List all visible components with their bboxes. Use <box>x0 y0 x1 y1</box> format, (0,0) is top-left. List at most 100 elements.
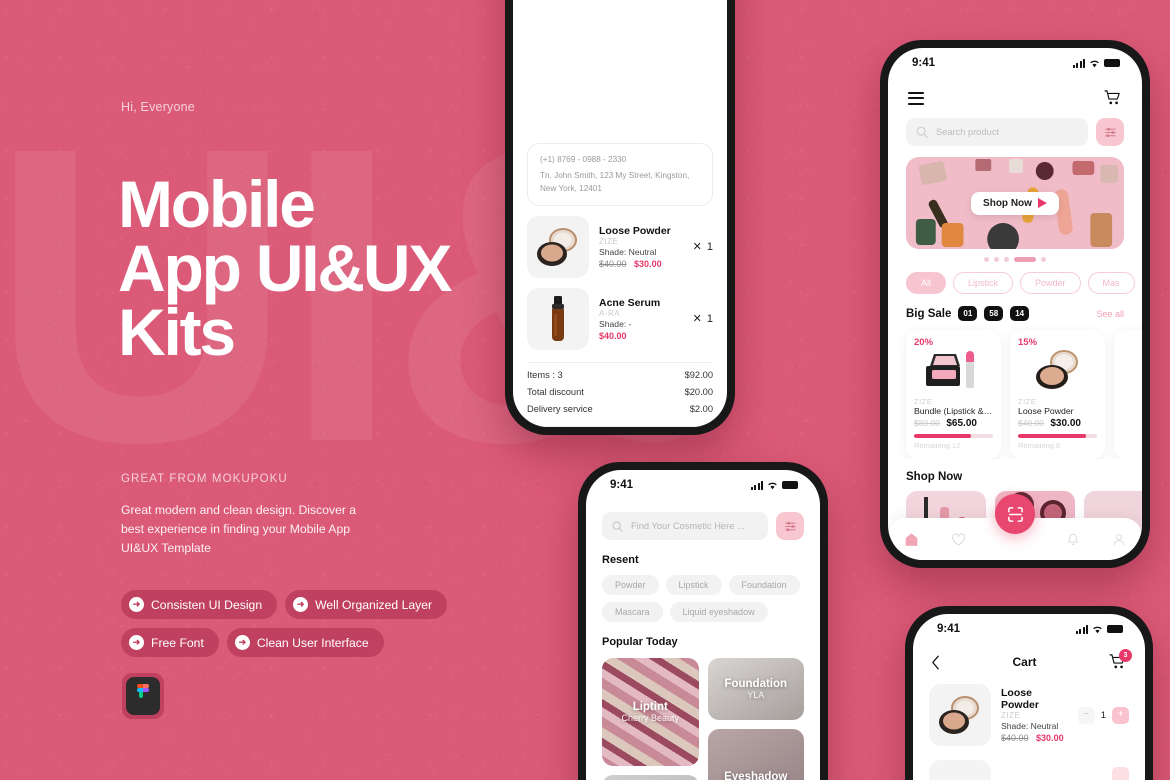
recent-tag-liquid-eyeshadow[interactable]: Liquid eyeshadow <box>669 602 768 622</box>
product-brand: ZIZE <box>1001 711 1021 720</box>
search-placeholder: Find Your Cosmetic Here ... <box>631 521 745 531</box>
summary-label: Items : 3 <box>527 369 563 380</box>
tab-wishlist[interactable] <box>951 532 966 547</box>
item-quantity: ✕ 1 <box>693 312 713 326</box>
cart-screen: 9:41 Cart 3 Loose Powder ZIZE Shade: Neu… <box>913 614 1145 780</box>
search-input[interactable]: Find Your Cosmetic Here ... <box>602 512 768 540</box>
feature-pill-consistent-ui-design[interactable]: ➜ Consisten UI Design <box>121 590 278 619</box>
cart-item-row[interactable]: Loose Powder ZIZE Shade: Neutral $40.00 … <box>913 670 1145 746</box>
category-chip-mascara[interactable]: Mas <box>1087 272 1135 294</box>
battery-icon <box>782 481 798 489</box>
popular-card-extra[interactable] <box>602 775 699 780</box>
sale-card-bundle[interactable]: 20% ZIZE Bundle (Lipstick & ... $80.00 $… <box>906 330 1001 459</box>
checkout-item-info: Acne Serum A-RA Shade: - $40.00 <box>599 297 683 341</box>
wifi-icon <box>768 482 777 489</box>
product-price-group: $40.00 $30.00 <box>599 259 683 269</box>
feature-pill-free-font[interactable]: ➜ Free Font <box>121 628 219 657</box>
item-quantity: ✕ 1 <box>693 240 713 254</box>
arrow-right-icon: ➜ <box>234 635 250 650</box>
sale-card-loose-powder[interactable]: 15% ZIZE Loose Powder $40.00 $30.00 Rema… <box>1010 330 1105 459</box>
cart-icon-wrap[interactable]: 3 <box>1109 649 1132 670</box>
recent-tag-mascara[interactable]: Mascara <box>602 602 663 622</box>
recent-tag-powder[interactable]: Powder <box>602 575 659 595</box>
product-thumbnail <box>929 760 991 780</box>
product-shade: Shade: - <box>599 318 632 329</box>
cart-header: Cart 3 <box>913 644 1145 670</box>
home-screen: 9:41 Search product Shop Now All Lipstic… <box>888 48 1142 560</box>
popular-card-title: Foundation <box>724 678 788 690</box>
battery-icon <box>1104 59 1120 67</box>
category-chip-lipstick[interactable]: Lipstick <box>953 272 1014 294</box>
category-chip-all[interactable]: All <box>906 272 947 294</box>
recent-tag-lipstick[interactable]: Lipstick <box>665 575 722 595</box>
filter-button[interactable] <box>1096 118 1124 146</box>
big-sale-title: Big Sale <box>906 307 952 320</box>
popular-card-title: Eyeshadow <box>724 771 788 780</box>
old-price: $80.00 <box>914 418 940 428</box>
quantity-stepper <box>1112 766 1129 780</box>
old-price: $40.00 <box>599 258 627 269</box>
hamburger-icon[interactable] <box>908 91 924 105</box>
decrease-quantity-button[interactable]: − <box>1077 706 1095 724</box>
checkout-item-row[interactable]: Acne Serum A-RA Shade: - $40.00 ✕ 1 <box>513 278 727 350</box>
cart-item-row[interactable] <box>913 746 1145 780</box>
filter-button[interactable] <box>776 512 804 540</box>
status-indicators <box>750 480 798 490</box>
popular-card-eyeshadow[interactable]: Eyeshadow <box>707 729 804 780</box>
figma-badge[interactable] <box>122 673 164 719</box>
product-shade: Shade: Neutral <box>1001 721 1059 731</box>
quantity-value: 1 <box>1100 709 1106 721</box>
chevron-left-icon[interactable] <box>931 655 940 670</box>
product-image <box>914 348 993 392</box>
page-title: Cart <box>1012 655 1037 669</box>
popular-card-liptint[interactable]: Liptint Cherry Beauty <box>602 658 699 766</box>
product-name: Loose Powder <box>599 224 671 237</box>
recent-section-title: Resent <box>602 554 639 566</box>
sale-card-next[interactable] <box>1114 330 1142 459</box>
description-text: Great modern and clean design. Discover … <box>121 503 357 555</box>
product-image <box>1018 348 1097 392</box>
shop-now-label: Shop Now <box>983 197 1032 209</box>
popular-card-foundation[interactable]: Foundation YLA <box>707 658 804 720</box>
popular-card-subtitle: YLA <box>747 690 765 700</box>
status-time: 9:41 <box>912 57 936 69</box>
product-name: Loose Powder <box>1001 687 1039 711</box>
carousel-dot[interactable] <box>1004 257 1009 262</box>
checkout-item-row[interactable]: Loose Powder ZIZE Shade: Neutral $40.00 … <box>513 206 727 278</box>
feature-pill-label: Free Font <box>151 635 204 650</box>
feature-pill-clean-user-interface[interactable]: ➜ Clean User Interface <box>226 628 384 657</box>
increase-quantity-button[interactable]: + <box>1112 706 1129 724</box>
shipping-address-card[interactable]: (+1) 8769 - 0988 - 2330 Tn. John Smith, … <box>527 143 713 206</box>
category-chip-powder[interactable]: Powder <box>1020 272 1081 294</box>
increase-quantity-button[interactable] <box>1112 766 1129 780</box>
carousel-dot-active[interactable] <box>1014 257 1036 262</box>
shop-now-button[interactable]: Shop Now <box>971 191 1059 215</box>
tab-home[interactable] <box>904 532 919 547</box>
recent-tag-foundation[interactable]: Foundation <box>728 575 800 595</box>
feature-pill-well-organized-layer[interactable]: ➜ Well Organized Layer <box>285 590 448 619</box>
search-icon <box>612 521 623 532</box>
promo-banner[interactable]: Shop Now <box>906 157 1124 249</box>
carousel-dot[interactable] <box>994 257 999 262</box>
tab-notifications[interactable] <box>1066 532 1080 547</box>
carousel-dots[interactable] <box>888 249 1142 262</box>
search-input[interactable]: Search product <box>906 118 1088 146</box>
product-brand: ZIZE <box>599 236 619 246</box>
phone-mockup-cart: 9:41 Cart 3 Loose Powder ZIZE Shade: Neu… <box>905 606 1153 780</box>
feature-pill-label: Consisten UI Design <box>151 597 263 612</box>
tab-profile[interactable] <box>1112 532 1126 547</box>
product-thumbnail <box>527 215 589 278</box>
discount-badge: 15% <box>1018 337 1038 348</box>
signal-icon <box>1075 624 1088 634</box>
summary-value: $20.00 <box>684 386 713 397</box>
carousel-dot[interactable] <box>984 257 989 262</box>
scan-button[interactable] <box>995 494 1035 534</box>
price-group: $80.00 $65.00 <box>914 418 993 429</box>
cart-icon[interactable] <box>1104 90 1122 106</box>
status-indicators <box>1075 624 1123 634</box>
timer-minutes: 58 <box>984 306 1004 321</box>
status-time: 9:41 <box>937 623 961 635</box>
carousel-dot[interactable] <box>1041 257 1046 262</box>
see-all-link[interactable]: See all <box>1096 309 1124 319</box>
section-kicker: GREAT FROM MOKUPOKU <box>121 473 288 485</box>
